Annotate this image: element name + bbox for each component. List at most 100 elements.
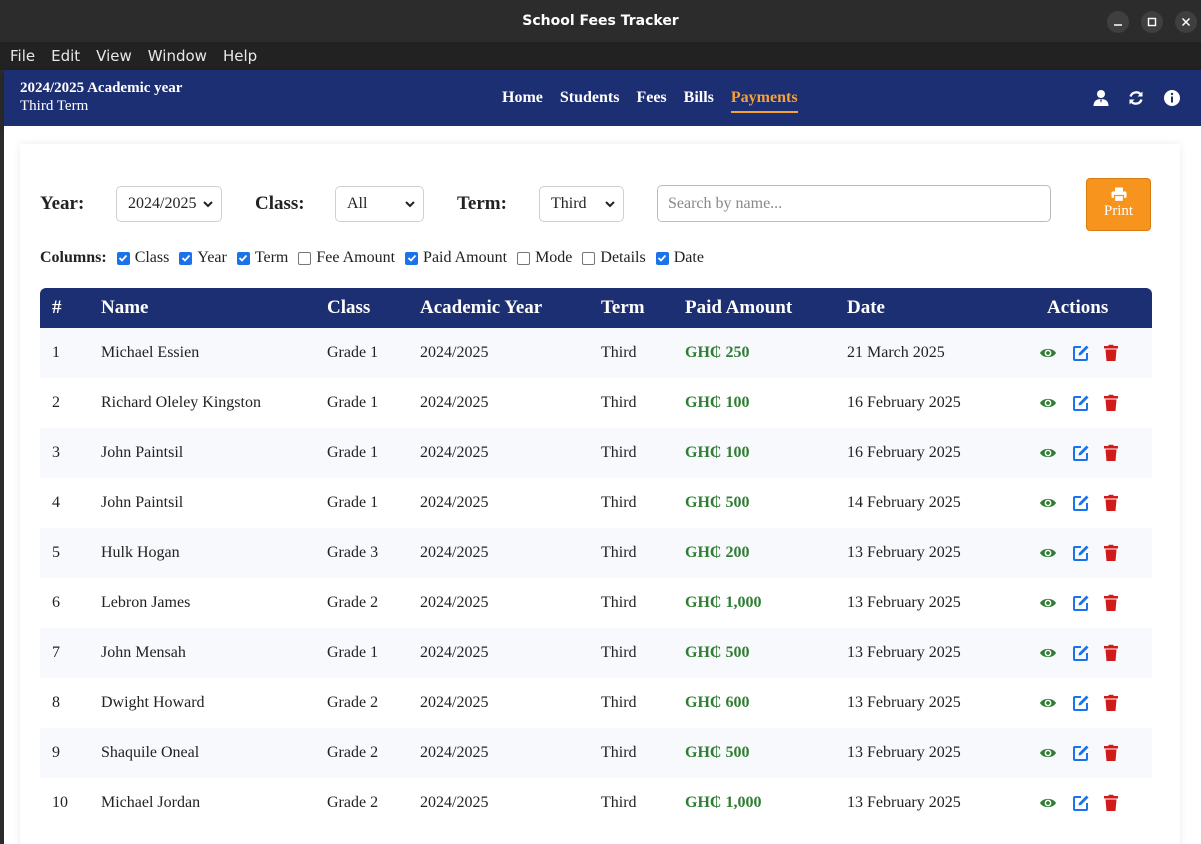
payments-card: Year: 2024/2025 Class: All Term: Third S… xyxy=(20,144,1180,844)
cell-paid-amount: GH₵ 500 xyxy=(685,644,750,661)
view-icon[interactable] xyxy=(1039,494,1057,512)
cell-academic-year: 2024/2025 xyxy=(420,344,489,361)
edit-icon[interactable] xyxy=(1072,344,1090,362)
column-toggle-paid-amount[interactable]: Paid Amount xyxy=(405,249,507,267)
checkbox[interactable] xyxy=(116,251,130,265)
column-toggle-fee-amount[interactable]: Fee Amount xyxy=(298,249,395,267)
checkbox[interactable] xyxy=(236,251,250,265)
header-actions: Actions xyxy=(1047,297,1109,318)
header-date: Date xyxy=(847,297,885,318)
check-icon xyxy=(239,254,248,262)
cell-date: 13 February 2025 xyxy=(847,744,961,761)
delete-icon[interactable] xyxy=(1102,744,1120,762)
table-row: 10 Michael Jordan Grade 2 2024/2025 Third GH₵… xyxy=(40,778,1152,828)
view-icon[interactable] xyxy=(1039,644,1057,662)
view-icon[interactable] xyxy=(1039,694,1057,712)
minimize-icon xyxy=(1114,24,1122,26)
header-term: Term xyxy=(601,297,645,318)
print-button[interactable]: Print xyxy=(1086,178,1151,231)
delete-icon[interactable] xyxy=(1102,694,1120,712)
delete-icon[interactable] xyxy=(1102,494,1120,512)
nav-students[interactable]: Students xyxy=(560,89,620,113)
menu-view[interactable]: View xyxy=(96,47,132,65)
app-header: 2024/2025 Academic year Third Term Home … xyxy=(4,70,1201,126)
check-icon xyxy=(407,254,416,262)
term-select[interactable]: Third xyxy=(539,186,624,222)
cell-academic-year: 2024/2025 xyxy=(420,594,489,611)
view-icon[interactable] xyxy=(1039,794,1057,812)
view-icon[interactable] xyxy=(1039,744,1057,762)
menu-edit[interactable]: Edit xyxy=(51,47,80,65)
nav-payments[interactable]: Payments xyxy=(730,89,798,113)
delete-icon[interactable] xyxy=(1102,444,1120,462)
delete-icon[interactable] xyxy=(1102,544,1120,562)
year-filter-label: Year: xyxy=(40,193,85,214)
menu-window[interactable]: Window xyxy=(148,47,207,65)
delete-icon[interactable] xyxy=(1102,644,1120,662)
column-toggle-date[interactable]: Date xyxy=(655,249,704,267)
view-icon[interactable] xyxy=(1039,394,1057,412)
search-input[interactable]: Search by name... xyxy=(657,185,1051,222)
column-toggle-class[interactable]: Class xyxy=(116,249,169,267)
window-titlebar: School Fees Tracker xyxy=(0,0,1201,42)
header-academic-year: Academic Year xyxy=(420,297,543,318)
edit-icon[interactable] xyxy=(1072,594,1090,612)
cell-paid-amount: GH₵ 1,000 xyxy=(685,594,762,611)
view-icon[interactable] xyxy=(1039,594,1057,612)
cell-academic-year: 2024/2025 xyxy=(420,544,489,561)
class-filter-label: Class: xyxy=(255,193,305,214)
delete-icon[interactable] xyxy=(1102,794,1120,812)
delete-icon[interactable] xyxy=(1102,594,1120,612)
cell-class: Grade 2 xyxy=(327,594,379,611)
cell-academic-year: 2024/2025 xyxy=(420,394,489,411)
class-select[interactable]: All xyxy=(335,186,424,222)
edit-icon[interactable] xyxy=(1072,494,1090,512)
delete-icon[interactable] xyxy=(1102,344,1120,362)
maximize-button[interactable] xyxy=(1141,11,1163,33)
edit-icon[interactable] xyxy=(1072,544,1090,562)
nav-home[interactable]: Home xyxy=(502,89,543,113)
checkbox[interactable] xyxy=(179,251,193,265)
view-icon[interactable] xyxy=(1039,444,1057,462)
edit-icon[interactable] xyxy=(1072,444,1090,462)
column-toggle-year[interactable]: Year xyxy=(179,249,227,267)
checkbox[interactable] xyxy=(298,251,312,265)
menu-help[interactable]: Help xyxy=(223,47,257,65)
cell-academic-year: 2024/2025 xyxy=(420,744,489,761)
close-button[interactable] xyxy=(1175,11,1197,33)
info-icon[interactable] xyxy=(1163,89,1181,107)
column-toggle-mode[interactable]: Mode xyxy=(517,249,572,267)
printer-icon xyxy=(1111,187,1126,202)
column-toggle-term[interactable]: Term xyxy=(236,249,288,267)
edit-icon[interactable] xyxy=(1072,394,1090,412)
cell-academic-year: 2024/2025 xyxy=(420,794,489,811)
header-number: # xyxy=(52,297,62,318)
cell-paid-amount: GH₵ 600 xyxy=(685,694,750,711)
cell-term: Third xyxy=(601,644,637,661)
edit-icon[interactable] xyxy=(1072,644,1090,662)
search-placeholder: Search by name... xyxy=(668,194,783,212)
refresh-icon[interactable] xyxy=(1127,89,1145,107)
nav-fees[interactable]: Fees xyxy=(636,89,666,113)
class-select-value: All xyxy=(347,195,368,212)
user-icon[interactable] xyxy=(1092,89,1110,107)
checkbox[interactable] xyxy=(582,251,596,265)
nav-bills[interactable]: Bills xyxy=(684,89,714,113)
table-row: 1 Michael Essien Grade 1 2024/2025 Third GH₵ … xyxy=(40,328,1152,378)
cell-term: Third xyxy=(601,794,637,811)
year-select[interactable]: 2024/2025 xyxy=(116,186,222,222)
checkbox[interactable] xyxy=(405,251,419,265)
edit-icon[interactable] xyxy=(1072,744,1090,762)
checkbox[interactable] xyxy=(517,251,531,265)
minimize-button[interactable] xyxy=(1107,11,1129,33)
checkbox[interactable] xyxy=(655,251,669,265)
view-icon[interactable] xyxy=(1039,344,1057,362)
view-icon[interactable] xyxy=(1039,544,1057,562)
delete-icon[interactable] xyxy=(1102,394,1120,412)
edit-icon[interactable] xyxy=(1072,794,1090,812)
column-toggle-details[interactable]: Details xyxy=(582,249,646,267)
close-icon xyxy=(1181,17,1191,27)
menu-file[interactable]: File xyxy=(10,47,35,65)
table-row: 3 John Paintsil Grade 1 2024/2025 Third GH₵ 1… xyxy=(40,428,1152,478)
edit-icon[interactable] xyxy=(1072,694,1090,712)
